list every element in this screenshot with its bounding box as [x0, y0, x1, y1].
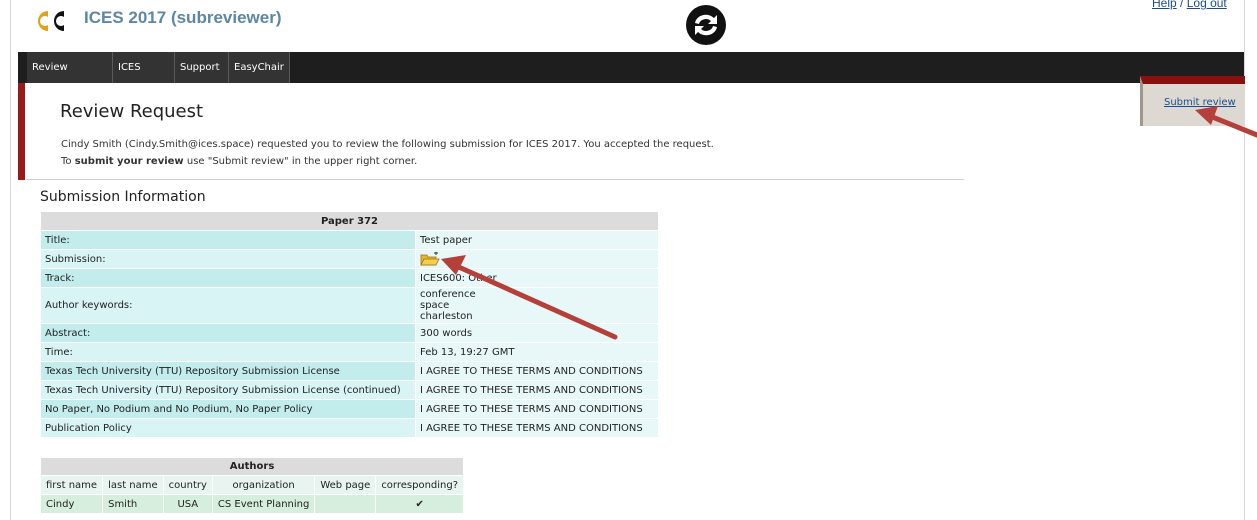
- author-last-name: Smith: [103, 495, 163, 513]
- row-value: 300 words: [416, 324, 658, 342]
- keywords-cell: conference space charleston: [416, 288, 658, 323]
- row-label: Texas Tech University (TTU) Repository S…: [41, 381, 415, 399]
- accent-bar: [18, 83, 25, 180]
- author-first-name: Cindy: [41, 495, 103, 513]
- page-title: Review Request: [60, 101, 204, 122]
- table-row: Cindy Smith USA CS Event Planning ✔: [41, 495, 464, 513]
- column-header: corresponding?: [376, 476, 464, 494]
- submit-review-link[interactable]: Submit review: [1164, 97, 1236, 108]
- menu-item-review-requests[interactable]: Review requests: [27, 52, 113, 104]
- row-label: Time:: [41, 343, 415, 361]
- folder-icon[interactable]: [420, 252, 440, 266]
- row-value: Test paper: [416, 231, 658, 249]
- table-row: Abstract: 300 words: [41, 324, 658, 342]
- table-row: Track: ICES600: Other: [41, 269, 658, 287]
- logout-link[interactable]: Log out: [1187, 0, 1227, 10]
- instructions-bold: submit your review: [74, 156, 184, 167]
- row-label: Title:: [41, 231, 415, 249]
- row-value: Feb 13, 19:27 GMT: [416, 343, 658, 361]
- authors-header-row: first name last name country organizatio…: [41, 476, 464, 494]
- row-label: Submission:: [41, 250, 415, 268]
- menu-item-easychair[interactable]: EasyChair: [229, 52, 290, 83]
- row-value: ICES600: Other: [416, 269, 658, 287]
- table-row: Submission:: [41, 250, 658, 268]
- row-label: No Paper, No Podium and No Podium, No Pa…: [41, 400, 415, 418]
- divider: [26, 179, 964, 180]
- request-message: Cindy Smith (Cindy.Smith@ices.space) req…: [61, 139, 714, 150]
- table-row: Time: Feb 13, 19:27 GMT: [41, 343, 658, 361]
- row-value: I AGREE TO THESE TERMS AND CONDITIONS: [416, 381, 658, 399]
- keyword: conference: [420, 289, 476, 300]
- instructions-prefix: To: [61, 156, 75, 167]
- sync-icon: [686, 5, 726, 45]
- row-label: Track:: [41, 269, 415, 287]
- submit-instructions: To submit your review use "Submit review…: [61, 156, 417, 167]
- author-organization: CS Event Planning: [212, 495, 315, 513]
- table-row: Texas Tech University (TTU) Repository S…: [41, 362, 658, 380]
- authors-caption: Authors: [41, 458, 464, 475]
- row-value: I AGREE TO THESE TERMS AND CONDITIONS: [416, 362, 658, 380]
- table-row: Author keywords: conference space charle…: [41, 288, 658, 323]
- row-label: Abstract:: [41, 324, 415, 342]
- column-header: first name: [41, 476, 103, 494]
- authors-table: Authors first name last name country org…: [40, 457, 465, 514]
- top-links-separator: /: [1180, 0, 1184, 10]
- author-webpage: [315, 495, 376, 513]
- menu-item-support[interactable]: Support: [175, 52, 229, 83]
- table-row: Texas Tech University (TTU) Repository S…: [41, 381, 658, 399]
- table-row: No Paper, No Podium and No Podium, No Pa…: [41, 400, 658, 418]
- instructions-suffix: use "Submit review" in the upper right c…: [183, 156, 418, 167]
- row-label: Texas Tech University (TTU) Repository S…: [41, 362, 415, 380]
- keyword: charleston: [420, 311, 473, 322]
- help-link[interactable]: Help: [1152, 0, 1177, 10]
- keyword: space: [420, 300, 450, 311]
- submission-file-cell: [416, 250, 658, 268]
- column-header: country: [163, 476, 212, 494]
- row-value: I AGREE TO THESE TERMS AND CONDITIONS: [416, 419, 658, 437]
- row-value: I AGREE TO THESE TERMS AND CONDITIONS: [416, 400, 658, 418]
- author-country: USA: [163, 495, 212, 513]
- easychair-logo-icon: [38, 11, 64, 31]
- menu-item-ices-2017[interactable]: ICES 2017: [113, 52, 175, 104]
- column-header: last name: [103, 476, 163, 494]
- submission-table: Paper 372 Title: Test paper Submission: …: [40, 211, 659, 438]
- left-frame-border: [0, 0, 11, 520]
- table-row: Title: Test paper: [41, 231, 658, 249]
- table-row: Publication Policy I AGREE TO THESE TERM…: [41, 419, 658, 437]
- top-links: Help / Log out: [1152, 0, 1227, 10]
- submission-info-heading: Submission Information: [40, 189, 206, 205]
- row-label: Publication Policy: [41, 419, 415, 437]
- author-corresponding-check: ✔: [376, 495, 464, 513]
- column-header: Web page: [315, 476, 376, 494]
- row-label: Author keywords:: [41, 288, 415, 323]
- paper-header: Paper 372: [41, 212, 658, 230]
- app-title: ICES 2017 (subreviewer): [84, 8, 282, 27]
- column-header: organization: [212, 476, 315, 494]
